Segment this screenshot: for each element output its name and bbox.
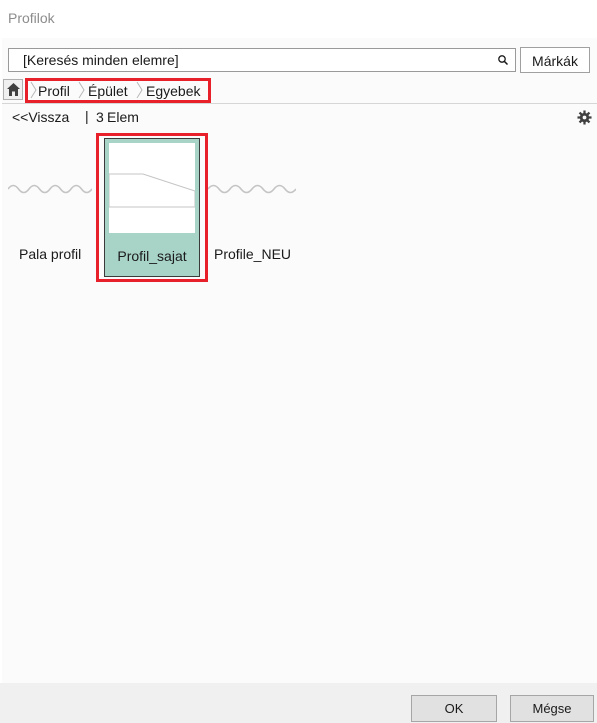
chevron-right-icon	[30, 81, 37, 99]
item-count: 3	[96, 109, 104, 125]
brands-button[interactable]: Márkák	[520, 47, 590, 73]
wave-profile-icon	[208, 184, 296, 194]
list-item-profil-sajat[interactable]: Profil_sajat	[104, 138, 200, 277]
dialog-content: Márkák Profil Épület Egyebek <<Vissza | …	[2, 38, 597, 683]
item-label: Profile_NEU	[214, 246, 292, 262]
nav-separator: |	[85, 108, 89, 124]
item-label: Pala profil	[19, 246, 82, 262]
chevron-right-icon	[78, 81, 85, 99]
home-icon	[7, 83, 20, 96]
ok-button[interactable]: OK	[411, 695, 497, 722]
home-button[interactable]	[3, 79, 23, 100]
search-icon[interactable]	[497, 54, 509, 66]
dialog-footer: OK Mégse	[0, 683, 597, 723]
breadcrumb-item-epulet[interactable]: Épület	[88, 83, 128, 99]
gear-icon[interactable]	[577, 110, 592, 125]
breadcrumb-item-egyebek[interactable]: Egyebek	[146, 83, 200, 99]
breadcrumb: Profil Épület Egyebek	[2, 78, 597, 104]
search-box[interactable]	[8, 48, 516, 72]
item-count-label: Elem	[107, 109, 139, 125]
custom-profile-icon	[108, 143, 196, 233]
back-link[interactable]: <<Vissza	[12, 109, 69, 125]
nav-row: <<Vissza | 3 Elem	[2, 108, 597, 128]
cancel-button[interactable]: Mégse	[510, 695, 594, 722]
chevron-right-icon	[136, 81, 143, 99]
window-title: Profilok	[8, 10, 55, 26]
search-input[interactable]	[9, 49, 489, 71]
wave-profile-icon	[8, 184, 92, 194]
item-label: Profil_sajat	[117, 248, 187, 264]
list-item-profile-neu[interactable]: Profile_NEU	[208, 136, 300, 276]
list-item-pala-profil[interactable]: Pala profil	[2, 136, 100, 276]
breadcrumb-item-profil[interactable]: Profil	[38, 83, 70, 99]
title-bar: Profilok	[0, 0, 597, 38]
